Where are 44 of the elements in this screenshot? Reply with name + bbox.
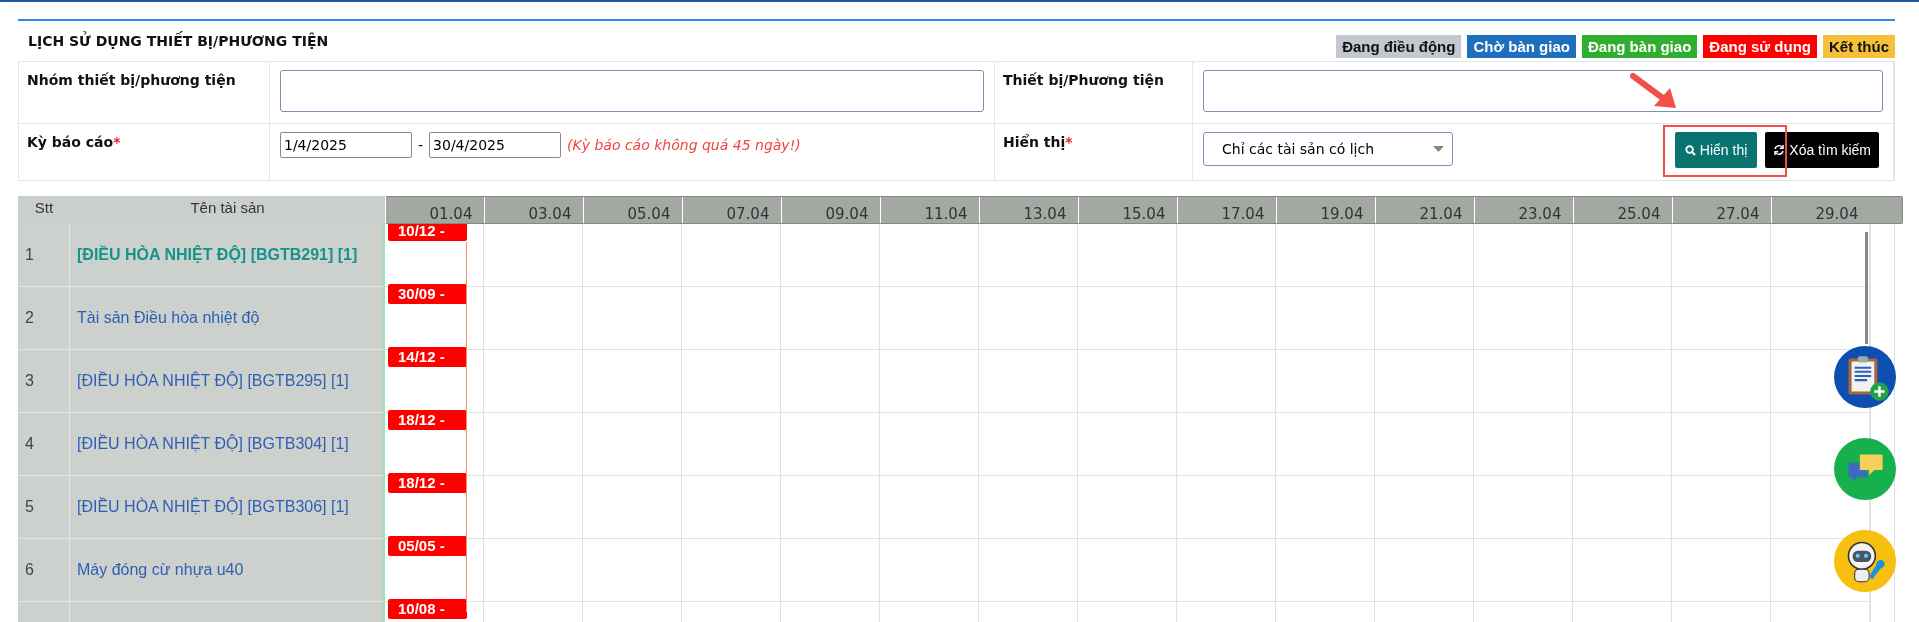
scrollbar-thumb[interactable] xyxy=(1865,232,1868,344)
schedule-bar[interactable]: 10/12 - xyxy=(388,224,467,241)
status-legend-tag: Đang bàn giao xyxy=(1581,34,1698,58)
caret-icon xyxy=(1433,146,1444,152)
field-label: Thiết bị/Phương tiện xyxy=(1003,72,1164,88)
schedule-bar[interactable]: 18/12 - xyxy=(388,473,467,493)
schedule-bar[interactable]: 14/12 - xyxy=(388,347,467,367)
column-header: Tên tài sản xyxy=(70,196,385,224)
schedule-bar[interactable]: 10/08 - xyxy=(388,599,467,619)
display-select[interactable]: Chỉ các tài sản có lịch xyxy=(1203,132,1453,166)
period-note: (Kỳ báo cáo không quá 45 ngày!) xyxy=(567,136,801,155)
row-number: 5 xyxy=(25,498,34,516)
row-number: 6 xyxy=(25,561,34,579)
field-label: Hiển thị* xyxy=(1003,134,1073,150)
search-icon xyxy=(1684,144,1696,156)
refresh-icon xyxy=(1773,144,1786,156)
clipboard-add-icon[interactable] xyxy=(1834,346,1896,408)
row-number: 2 xyxy=(25,309,34,327)
chat-icon[interactable] xyxy=(1834,438,1896,500)
schedule-bar[interactable]: 05/05 - xyxy=(388,536,467,556)
field-label: Kỳ báo cáo* xyxy=(27,134,121,150)
show-button[interactable]: Hiển thị xyxy=(1674,132,1758,168)
row-number: 4 xyxy=(25,435,34,453)
date-to-field[interactable]: 30/4/2025 xyxy=(429,132,562,158)
schedule-bar[interactable]: 30/09 - xyxy=(388,284,467,304)
status-legend-tag: Đang sử dụng xyxy=(1703,34,1817,58)
field-label: Nhóm thiết bị/phương tiện xyxy=(27,72,236,88)
status-legend-tag: Đang điều động xyxy=(1336,34,1462,58)
asset-link[interactable]: Máy đóng cừ nhựa u40 xyxy=(77,561,244,579)
device-input-field[interactable] xyxy=(1203,70,1883,112)
status-legend-tag: Chờ bàn giao xyxy=(1467,34,1576,58)
robot-wrench-icon[interactable] xyxy=(1834,530,1896,592)
date-from-field[interactable]: 1/4/2025 xyxy=(280,132,412,158)
asset-link[interactable]: Tài sản Điều hòa nhiệt độ xyxy=(77,309,260,327)
row-number: 3 xyxy=(25,372,34,390)
row-number: 1 xyxy=(25,246,34,264)
schedule-bar[interactable]: 18/12 - xyxy=(388,410,467,430)
date-separator: - xyxy=(418,136,424,155)
clear-search-button[interactable]: Xóa tìm kiếm xyxy=(1765,132,1879,168)
column-header: Stt xyxy=(18,196,70,224)
group-input-field[interactable] xyxy=(280,70,984,112)
date-header: 29.04 xyxy=(1771,196,1903,224)
page-title: LỊCH SỬ DỤNG THIẾT BỊ/PHƯƠNG TIỆN xyxy=(27,33,329,49)
status-legend-tag: Kết thúc xyxy=(1823,34,1895,58)
